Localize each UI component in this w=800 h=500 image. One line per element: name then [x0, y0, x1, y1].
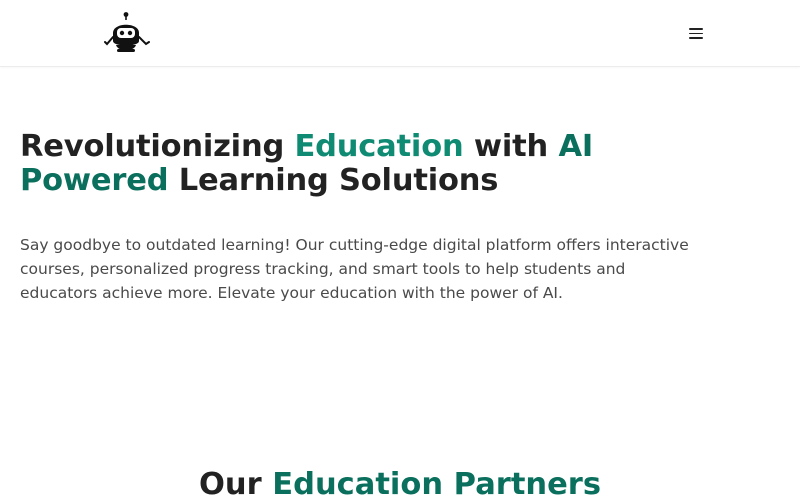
- hero-description: Say goodbye to outdated learning! Our cu…: [20, 236, 689, 302]
- partners-title: Our Education Partners: [0, 466, 800, 500]
- site-logo[interactable]: [104, 11, 150, 55]
- menu-button[interactable]: [686, 24, 706, 42]
- hero-title: Revolutionizing Education with AI Powere…: [20, 130, 720, 198]
- site-header: [0, 0, 800, 67]
- robot-mascot-icon: [104, 12, 150, 52]
- page: Revolutionizing Education with AI Powere…: [0, 0, 800, 500]
- hero-title-text-1: Revolutionizing: [20, 129, 295, 164]
- hamburger-menu-icon: [689, 28, 703, 30]
- partners-title-accent: Education Partners: [272, 467, 601, 500]
- partners-title-text: Our: [198, 467, 273, 500]
- hero-title-text-2: with: [463, 129, 559, 164]
- hero-title-text-3: Learning Solutions: [168, 163, 499, 198]
- hero-title-accent-education: Education: [294, 129, 464, 164]
